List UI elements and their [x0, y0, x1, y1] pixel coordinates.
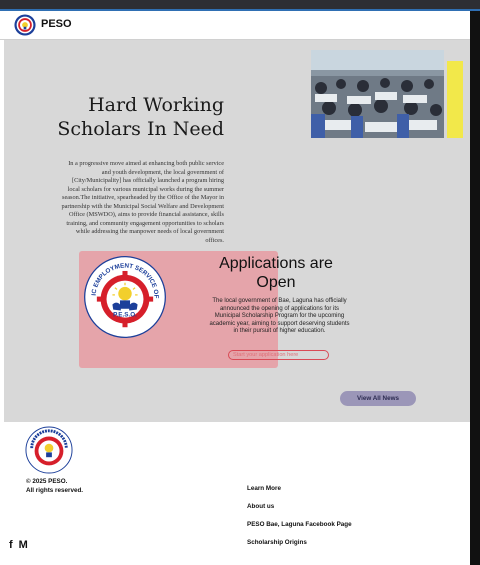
window-edge — [470, 11, 480, 565]
site-footer: © 2025 PESO. All rights reserved. Learn … — [0, 422, 470, 565]
copyright-line2: All rights reserved. — [26, 487, 84, 494]
mail-icon[interactable]: M — [19, 539, 28, 551]
scholars-photo — [311, 50, 444, 138]
hero-title-line2: Scholars In Need — [57, 118, 224, 140]
applications-title: Applications are Open — [200, 254, 352, 292]
applications-title-line2: Open — [256, 274, 296, 291]
footer-links: Learn More About us PESO Bae, Laguna Fac… — [247, 480, 352, 552]
hero-title: Hard Working Scholars In Need — [44, 93, 224, 141]
seal-bottom-text: P.E.S.O. — [113, 311, 137, 318]
hero-blurb: In a progressive move aimed at enhancing… — [61, 160, 224, 244]
brand-name[interactable]: PESO — [41, 18, 72, 30]
view-all-news-button[interactable]: View All News — [340, 391, 416, 406]
hero-title-line1: Hard Working — [88, 94, 224, 116]
copyright: © 2025 PESO. All rights reserved. — [26, 477, 83, 495]
footer-link-facebook-page[interactable]: PESO Bae, Laguna Facebook Page — [247, 516, 352, 534]
facebook-icon[interactable]: f — [9, 539, 13, 551]
yellow-accent-block — [447, 61, 463, 138]
footer-link-learn-more[interactable]: Learn More — [247, 480, 352, 498]
start-application-input[interactable]: Start your application here — [228, 350, 329, 360]
hero-section: Hard Working Scholars In Need In a progr… — [4, 40, 470, 422]
footer-link-scholarship-origins[interactable]: Scholarship Origins — [247, 534, 352, 552]
site-header: PESO — [0, 11, 470, 40]
applications-title-line1: Applications are — [219, 255, 333, 272]
page-frame: PESO Hard Working Scholars In Need In a … — [0, 11, 470, 565]
footer-link-about-us[interactable]: About us — [247, 498, 352, 516]
applications-description: The local government of Bae, Laguna has … — [209, 298, 350, 334]
social-icons: f M — [9, 539, 28, 551]
browser-top-bar — [0, 0, 480, 11]
peso-logo-icon[interactable] — [14, 14, 36, 36]
footer-peso-logo-icon — [25, 426, 73, 474]
peso-seal-logo: PUBLIC EMPLOYMENT SERVICE OFFICE P.E.S.O… — [83, 255, 166, 338]
copyright-line1: © 2025 PESO. — [26, 478, 68, 485]
